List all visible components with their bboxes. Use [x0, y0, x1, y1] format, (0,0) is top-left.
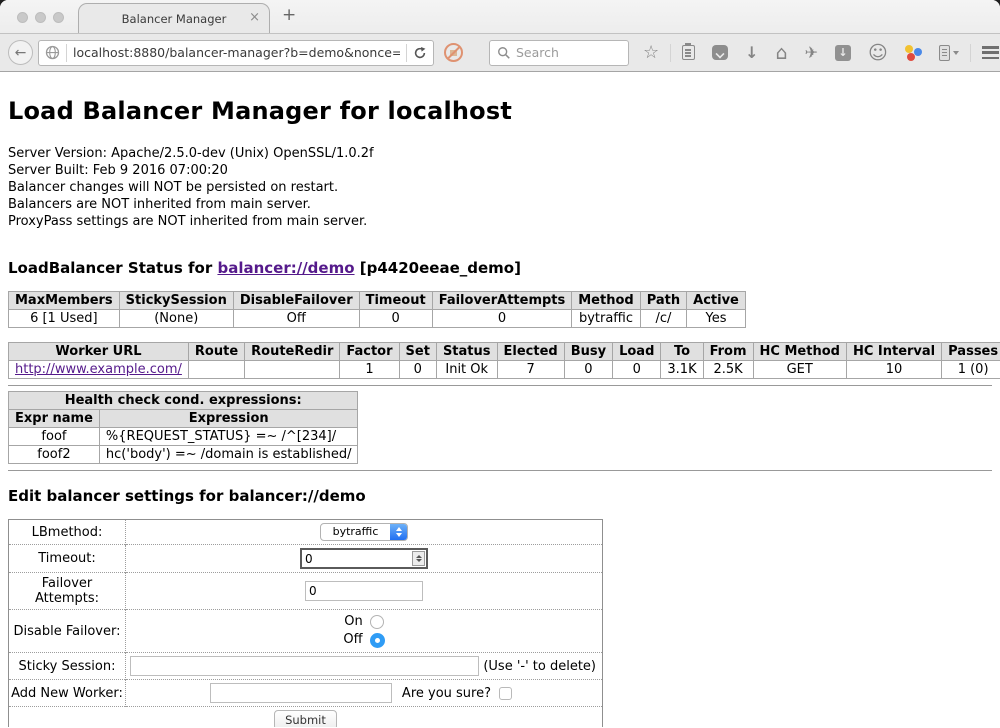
- window-controls[interactable]: [17, 12, 64, 23]
- pocket-icon[interactable]: [712, 45, 728, 60]
- lbmethod-label: LBmethod:: [9, 520, 126, 545]
- table-row: foof %{REQUEST_STATUS} =~ /^[234]/: [9, 428, 358, 446]
- back-icon: ←: [15, 45, 27, 61]
- bookmark-star-icon[interactable]: ☆: [643, 45, 659, 61]
- proxypass-notice-line: ProxyPass settings are NOT inherited fro…: [8, 213, 992, 230]
- disable-failover-on-radio[interactable]: [370, 615, 384, 629]
- zoom-window-button[interactable]: [53, 12, 64, 23]
- feedback-smiley-icon[interactable]: ☺: [868, 45, 888, 61]
- balancer-status-table: MaxMembers StickySession DisableFailover…: [8, 291, 746, 328]
- submit-button[interactable]: Submit: [274, 710, 337, 727]
- menu-icon[interactable]: [982, 46, 999, 59]
- search-icon: [497, 46, 511, 60]
- chevron-down-icon: [953, 51, 959, 55]
- timeout-stepper[interactable]: [300, 548, 428, 569]
- globe-icon: [45, 45, 60, 60]
- sticky-session-label: Sticky Session:: [9, 653, 126, 680]
- are-you-sure-checkbox[interactable]: [499, 687, 512, 700]
- table-title-row: Health check cond. expressions:: [9, 392, 358, 410]
- server-info: Server Version: Apache/2.5.0-dev (Unix) …: [8, 145, 992, 230]
- sticky-session-input[interactable]: [130, 656, 479, 676]
- are-you-sure-label: Are you sure?: [402, 686, 491, 701]
- divider: [8, 470, 992, 471]
- disable-failover-off-radio[interactable]: [370, 633, 385, 648]
- colored-dots-extension-icon[interactable]: [905, 44, 922, 61]
- timeout-label: Timeout:: [9, 545, 126, 573]
- close-window-button[interactable]: [17, 12, 28, 23]
- worker-url-link[interactable]: http://www.example.com/: [15, 362, 182, 377]
- edit-balancer-form: LBmethod: bytraffic Timeout:: [8, 519, 603, 727]
- save-page-icon[interactable]: ↓: [835, 45, 851, 61]
- urlbar-separator: [66, 44, 67, 62]
- server-built-line: Server Built: Feb 9 2016 07:00:20: [8, 162, 992, 179]
- reading-list-icon[interactable]: [682, 45, 695, 60]
- table-header-row: Expr name Expression: [9, 410, 358, 428]
- toolbar-separator: [670, 44, 671, 62]
- home-icon[interactable]: ⌂: [776, 45, 788, 61]
- lbmethod-row: LBmethod: bytraffic: [9, 520, 603, 545]
- title-bar: Balancer Manager × +: [0, 0, 1000, 33]
- timeout-input[interactable]: [302, 552, 412, 566]
- search-bar[interactable]: [489, 40, 629, 66]
- browser-window: Balancer Manager × + ← localhost:8880/ba…: [0, 0, 1000, 728]
- url-text[interactable]: localhost:8880/balancer-manager?b=demo&n…: [73, 45, 400, 60]
- tab-close-icon[interactable]: ×: [249, 10, 260, 26]
- failover-attempts-row: Failover Attempts:: [9, 573, 603, 610]
- toolbar-icons: ☆ ↓ ⌂ ✈ ↓ ☺: [643, 44, 1000, 62]
- reload-icon[interactable]: [413, 46, 427, 60]
- page-title: Load Balancer Manager for localhost: [8, 72, 992, 125]
- urlbar-separator-2: [406, 44, 407, 62]
- table-row: http://www.example.com/ 1 0 Init Ok 7 0 …: [9, 361, 1000, 379]
- timeout-row: Timeout:: [9, 545, 603, 573]
- balancers-notice-line: Balancers are NOT inherited from main se…: [8, 196, 992, 213]
- lbmethod-selected-value: bytraffic: [321, 524, 390, 540]
- number-spinner-icon[interactable]: [412, 551, 425, 566]
- table-header-row: MaxMembers StickySession DisableFailover…: [9, 292, 746, 310]
- tab-title: Balancer Manager: [122, 12, 227, 26]
- downloads-icon[interactable]: ↓: [745, 45, 758, 61]
- content-blocked-icon[interactable]: [444, 43, 463, 62]
- server-version-line: Server Version: Apache/2.5.0-dev (Unix) …: [8, 145, 992, 162]
- edit-balancer-heading: Edit balancer settings for balancer://de…: [8, 487, 992, 505]
- toolbar-separator-2: [970, 44, 971, 62]
- search-input[interactable]: [516, 45, 616, 60]
- url-bar[interactable]: localhost:8880/balancer-manager?b=demo&n…: [38, 40, 434, 66]
- sticky-session-hint: (Use '-' to delete): [483, 659, 596, 674]
- send-tab-icon[interactable]: ✈: [805, 45, 818, 61]
- select-stepper-icon: [390, 524, 407, 540]
- loadbalancer-status-heading: LoadBalancer Status for balancer://demo …: [8, 259, 992, 277]
- lbmethod-select[interactable]: bytraffic: [320, 523, 408, 541]
- add-worker-label: Add New Worker:: [9, 680, 126, 707]
- balancer-demo-link[interactable]: balancer://demo: [217, 259, 354, 277]
- tab-balancer-manager[interactable]: Balancer Manager ×: [78, 3, 270, 33]
- sticky-session-row: Sticky Session: (Use '-' to delete): [9, 653, 603, 680]
- persist-notice-line: Balancer changes will NOT be persisted o…: [8, 179, 992, 196]
- add-worker-row: Add New Worker: Are you sure?: [9, 680, 603, 707]
- radio-on-label: On: [344, 614, 362, 630]
- divider: [8, 385, 992, 386]
- failover-attempts-label: Failover Attempts:: [9, 573, 126, 610]
- disable-failover-label: Disable Failover:: [9, 610, 126, 653]
- failover-attempts-input[interactable]: [305, 581, 423, 601]
- add-worker-input[interactable]: [210, 683, 392, 703]
- disable-failover-row: Disable Failover: On Off: [9, 610, 603, 653]
- battery-extension-icon[interactable]: [939, 45, 959, 61]
- page-content: Load Balancer Manager for localhost Serv…: [0, 72, 1000, 727]
- worker-status-table: Worker URL Route RouteRedir Factor Set S…: [8, 342, 1000, 379]
- nav-toolbar: ← localhost:8880/balancer-manager?b=demo…: [0, 33, 1000, 72]
- back-button[interactable]: ←: [8, 40, 33, 65]
- new-tab-button[interactable]: +: [282, 5, 296, 25]
- minimize-window-button[interactable]: [35, 12, 46, 23]
- table-row: 6 [1 Used] (None) Off 0 0 bytraffic /c/ …: [9, 310, 746, 328]
- health-check-table: Health check cond. expressions: Expr nam…: [8, 391, 358, 464]
- table-header-row: Worker URL Route RouteRedir Factor Set S…: [9, 343, 1000, 361]
- table-row: foof2 hc('body') =~ /domain is establish…: [9, 446, 358, 464]
- radio-off-label: Off: [343, 632, 362, 648]
- submit-row: Submit: [9, 707, 603, 728]
